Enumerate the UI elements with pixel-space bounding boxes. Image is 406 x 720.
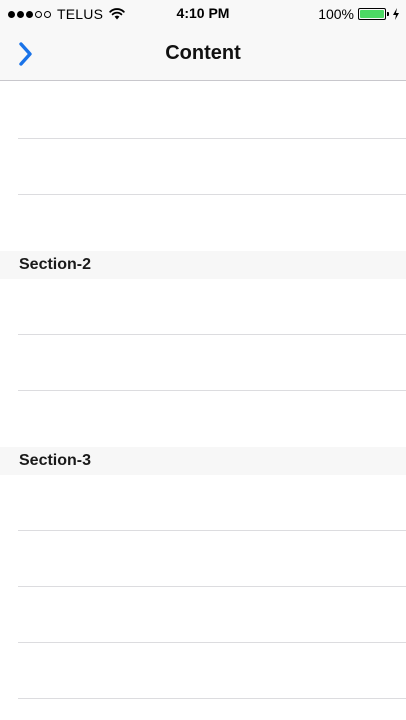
screen: TELUS 4:10 PM 100% Content Section-2 Sec… <box>0 0 406 720</box>
row-separator <box>18 698 406 699</box>
battery-level-fill <box>360 10 384 18</box>
navigation-bar: Content <box>0 28 406 81</box>
table-view[interactable]: Section-2 Section-3 <box>0 81 406 720</box>
table-row[interactable] <box>0 391 406 447</box>
table-row[interactable] <box>0 139 406 195</box>
table-row[interactable] <box>0 279 406 335</box>
table-row[interactable] <box>0 475 406 531</box>
charging-bolt-icon <box>393 8 399 20</box>
table-row[interactable] <box>0 335 406 391</box>
table-row[interactable] <box>0 195 406 251</box>
battery-icon <box>358 8 389 20</box>
table-row[interactable] <box>0 531 406 587</box>
section-header: Section-2 <box>0 251 406 279</box>
section-header: Section-3 <box>0 447 406 475</box>
table-row[interactable] <box>0 587 406 643</box>
status-bar: TELUS 4:10 PM 100% <box>0 0 406 28</box>
page-title: Content <box>165 42 241 64</box>
battery-percentage: 100% <box>318 6 354 22</box>
table-row[interactable] <box>0 643 406 699</box>
status-right: 100% <box>318 5 400 23</box>
battery-cap <box>387 12 389 16</box>
table-row[interactable] <box>0 81 406 139</box>
